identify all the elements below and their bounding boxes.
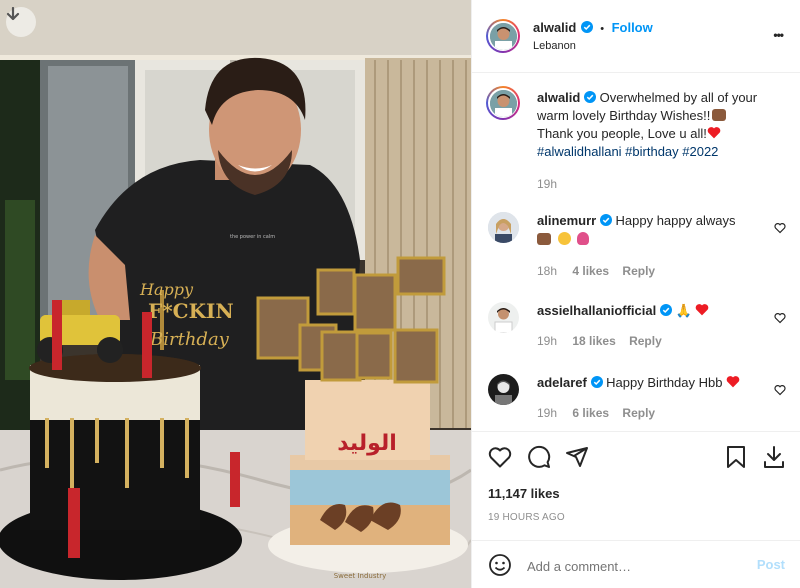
caption-time[interactable]: 19h (537, 175, 787, 193)
follow-button[interactable]: Follow (612, 20, 653, 35)
comment-likes[interactable]: 6 likes (572, 406, 609, 420)
cake-emoji-icon (537, 233, 551, 245)
comment-username[interactable]: alinemurr (537, 213, 596, 228)
download-button[interactable] (6, 7, 36, 37)
heart-emoji-icon (726, 375, 740, 390)
birthday-photo-illustration: Happy F*CKIN Birthday الوليد Sweet Indus… (0, 0, 471, 588)
comment-username[interactable]: adelaref (537, 375, 587, 390)
more-options-button[interactable]: ••• (773, 28, 784, 42)
post-timestamp[interactable]: 19 HOURS AGO (488, 512, 565, 523)
cake-topper-line-2: F*CKIN (148, 299, 234, 323)
heart-emoji-icon (695, 303, 709, 318)
heart-icon[interactable] (488, 446, 512, 473)
comment-username[interactable]: assielhallaniofficial (537, 303, 656, 318)
comment-item-3: adelaref Happy Birthday Hbb 19h 6 likes … (537, 374, 777, 422)
comment-time[interactable]: 18h (537, 264, 557, 278)
comment-composer: Post (472, 540, 800, 588)
comment-text: Happy Birthday Hbb (606, 375, 723, 390)
comment-icon[interactable] (527, 445, 551, 474)
caption-username[interactable]: alwalid (537, 90, 580, 105)
verified-badge-icon (599, 213, 612, 228)
comment-avatar[interactable] (488, 302, 519, 333)
post-comment-button[interactable]: Post (757, 557, 785, 572)
cake-topper-line-1: Happy (139, 280, 194, 299)
comment-time[interactable]: 19h (537, 406, 557, 420)
header-separator: • (600, 23, 605, 35)
comment-likes[interactable]: 18 likes (572, 334, 615, 348)
instagram-post-view: Happy F*CKIN Birthday الوليد Sweet Indus… (0, 0, 800, 588)
comment-like-heart-icon[interactable] (774, 383, 786, 396)
cake-topper-line-3: Birthday (149, 329, 230, 350)
caption-line-1: Overwhelmed by all of your (599, 90, 758, 105)
shirt-text: the power in calm (230, 234, 275, 240)
verified-badge-icon (590, 375, 603, 390)
cake-logo-text: الوليد (337, 431, 397, 456)
caption-line-2: warm lovely Birthday Wishes!! (537, 108, 711, 123)
reply-button[interactable]: Reply (622, 264, 655, 278)
verified-badge-icon (659, 303, 672, 318)
author-avatar[interactable] (486, 19, 520, 53)
post-side-panel: alwalid • Follow Lebanon ••• alwalid Ove… (471, 0, 800, 588)
comment-avatar[interactable] (488, 212, 519, 243)
verified-badge-icon (583, 90, 596, 105)
caption-hashtags[interactable]: #alwalidhallani #birthday #2022 (537, 143, 787, 161)
caption-avatar[interactable] (486, 86, 520, 120)
emoji-icon[interactable] (488, 553, 512, 582)
caption-line-3: Thank you people, Love u all! (537, 126, 707, 141)
comment-like-heart-icon[interactable] (774, 221, 786, 234)
flower-emoji-icon (577, 232, 590, 245)
verified-badge-icon (580, 19, 593, 36)
comment-input[interactable] (525, 554, 739, 578)
comment-text: 🙏 (675, 303, 692, 318)
comment-item-1: alinemurr Happy happy always 18h 4 likes… (537, 212, 777, 280)
cake-board-text: Sweet Industry (334, 572, 387, 580)
cake-emoji-icon (712, 109, 727, 121)
comment-avatar[interactable] (488, 374, 519, 405)
comment-likes[interactable]: 4 likes (572, 264, 609, 278)
reply-button[interactable]: Reply (629, 334, 662, 348)
comment-text: Happy happy always (615, 213, 736, 228)
likes-count[interactable]: 11,147 likes (488, 486, 560, 501)
post-location[interactable]: Lebanon (533, 40, 576, 52)
face-emoji-icon (557, 232, 571, 245)
heart-emoji-icon (707, 126, 721, 141)
comment-like-heart-icon[interactable] (774, 311, 786, 324)
comment-item-2: assielhallaniofficial 🙏 19h 18 likes Rep… (537, 302, 777, 350)
comment-time[interactable]: 19h (537, 334, 557, 348)
post-photo[interactable]: Happy F*CKIN Birthday الوليد Sweet Indus… (0, 0, 471, 588)
reply-button[interactable]: Reply (622, 406, 655, 420)
author-username[interactable]: alwalid (533, 20, 576, 35)
bookmark-icon[interactable] (725, 445, 747, 474)
post-header: alwalid • Follow Lebanon ••• (472, 0, 800, 73)
download-icon[interactable] (762, 444, 786, 475)
post-caption: alwalid Overwhelmed by all of your warm … (537, 89, 787, 193)
share-icon[interactable] (565, 445, 589, 474)
